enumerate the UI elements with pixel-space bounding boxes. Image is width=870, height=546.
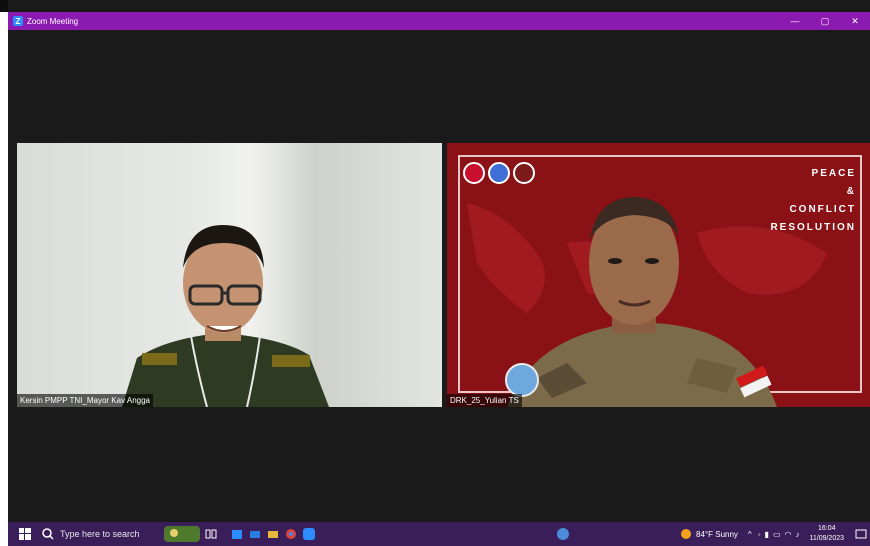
video-tile-participant-2[interactable]: PEACE & CONFLICT RESOLUTION DRK_25_Yulia… [447,143,870,407]
chrome-icon[interactable] [282,522,300,546]
windows-start-button[interactable] [8,522,42,546]
zoom-logo-icon: Z [13,16,23,26]
clock-time: 16:04 [817,525,836,532]
participant-name-label: Kersin PMPP TNI_Mayor Kav Angga [17,394,153,407]
network-icon[interactable]: ▮ [765,530,769,539]
taskbar-search-box[interactable]: Type here to search [42,522,162,546]
video-tile-participant-1[interactable]: Kersin PMPP TNI_Mayor Kav Angga [17,143,442,407]
notifications-icon[interactable] [852,522,870,546]
chevron-up-icon[interactable]: ^ [748,530,752,539]
screen: Z Zoom Meeting — ▢ ✕ Kersin PMPP TNI_May… [8,0,870,546]
minimize-button[interactable]: — [780,12,810,30]
maximize-button[interactable]: ▢ [810,12,840,30]
participant-name-label: DRK_25_Yulian TS [447,394,522,407]
weather-text[interactable]: 84°F Sunny [696,530,738,539]
volume-icon[interactable]: ♪ [795,530,799,539]
clock-date: 11/09/2023 [809,535,844,542]
windows-taskbar: Type here to search 84°F Sunny ^ ◦ ▮ ▭ ◠… [8,522,870,546]
search-highlight-icon[interactable] [162,522,202,546]
clock[interactable]: 16:04 11/09/2023 [809,524,844,544]
weather-sun-icon [681,529,692,539]
participant-1-video [122,225,329,407]
mail-icon[interactable] [246,522,264,546]
search-icon [42,528,54,540]
search-placeholder: Type here to search [60,529,140,539]
task-view-icon[interactable] [202,522,220,546]
system-app-icon[interactable] [556,522,570,546]
window-controls: — ▢ ✕ [780,12,870,30]
file-explorer-icon[interactable] [264,522,282,546]
zoom-app-icon[interactable] [300,522,318,546]
title-bar: Z Zoom Meeting — ▢ ✕ [8,12,870,30]
app-store-icon[interactable] [228,522,246,546]
system-tray: 84°F Sunny ^ ◦ ▮ ▭ ◠ ♪ 16:04 11/09/2023 [680,522,870,546]
window-title: Zoom Meeting [27,16,79,26]
weather-landscape-icon [164,526,200,542]
windows-logo-icon [19,528,31,540]
close-button[interactable]: ✕ [840,12,870,30]
battery-icon[interactable]: ▭ [773,530,781,539]
wifi-icon[interactable]: ◠ [785,530,792,539]
mic-icon[interactable]: ◦ [758,530,761,539]
meeting-area: Kersin PMPP TNI_Mayor Kav Angga PEACE & … [8,30,870,522]
participant-2-video [505,197,777,407]
